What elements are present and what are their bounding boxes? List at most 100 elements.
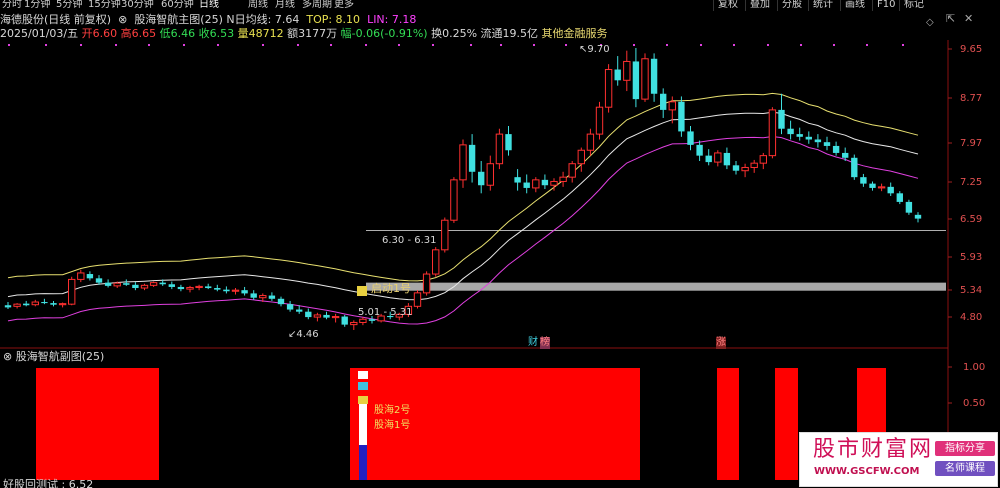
candle-body [768, 109, 777, 157]
stock-name[interactable]: 海德股份(日线 前复权) [0, 13, 111, 26]
period-tab-3[interactable]: 15分钟 [88, 0, 121, 11]
sub-tick: 0.50 [963, 398, 986, 409]
candle-body [559, 176, 567, 182]
period-tab-0[interactable]: 分时 [2, 0, 22, 11]
sub-chart[interactable] [36, 368, 886, 480]
sub-tick: 1.00 [963, 362, 986, 373]
marker-dot [45, 44, 47, 46]
candle-body [350, 321, 358, 326]
sub-icon-box [358, 382, 368, 390]
date-label: 2025/01/03/五 [0, 27, 79, 40]
marker-dot [767, 44, 769, 46]
signal-guhai-2: 股海2号 [374, 405, 411, 416]
candle-body [186, 286, 194, 290]
candle-body [214, 288, 221, 290]
period-tab-9[interactable]: 多周期 [302, 0, 332, 11]
turnover-value: 换0.25% [431, 27, 478, 40]
badge-bang[interactable]: 榜 [540, 337, 550, 349]
period-tab-1[interactable]: 1分钟 [24, 0, 50, 11]
candle-body [650, 58, 658, 94]
candle-body [905, 201, 913, 213]
period-tab-5[interactable]: 60分钟 [161, 0, 194, 11]
toolbar-button-1[interactable]: 叠加 [745, 0, 770, 11]
marker-dot [565, 44, 567, 46]
header-row-2: 2025/01/03/五 开6.60 高6.65 低6.46 收6.53 量48… [0, 27, 940, 41]
badge-cai[interactable]: 财 [528, 337, 538, 349]
header-row-1: 海德股份(日线 前复权) ⊗ 股海智航主图(25) N日均线: 7.64 TOP… [0, 12, 940, 27]
toolbar-button-4[interactable]: 画线 [840, 0, 865, 11]
low-price-mark: ↙4.46 [288, 329, 319, 340]
candle-body [459, 144, 467, 181]
amount-value: 额3177万 [287, 27, 338, 40]
indicator-collapse-icon[interactable]: ⊗ [115, 13, 131, 26]
candle-body [660, 93, 667, 110]
sub-white-bar [359, 400, 367, 445]
sub-signal-block [717, 368, 739, 480]
period-tab-8[interactable]: 月线 [275, 0, 295, 11]
lin-label: LIN: 7.18 [367, 13, 417, 26]
candle-body [250, 293, 257, 298]
candle-body [696, 144, 703, 156]
n-ma-label: N日均线: 7.64 [226, 13, 300, 26]
candle-body [896, 193, 903, 202]
bottom-indicator-title[interactable]: 好股回测试 : 6.52 [3, 479, 93, 488]
sub-collapse-icon[interactable]: ⊗ [3, 350, 12, 363]
candle-body [368, 319, 376, 321]
candle-body [632, 61, 640, 100]
candle-body [132, 284, 139, 289]
candle-body [486, 163, 494, 186]
marker-dot [866, 44, 868, 46]
diamond-icon[interactable]: ◇ [926, 16, 934, 30]
indicator-title[interactable]: 股海智航主图(25) [134, 13, 223, 26]
chart-canvas[interactable] [0, 0, 1000, 488]
restore-icon[interactable]: ⇱ [946, 12, 955, 26]
marker-dot [262, 44, 264, 46]
candle-body [668, 101, 676, 111]
candle-body [577, 149, 585, 165]
candle-body [832, 145, 840, 153]
sub-chart-title[interactable]: ⊗ 股海智航副图(25) [3, 350, 104, 364]
price-tick: 8.77 [960, 93, 983, 104]
industry-label[interactable]: 其他金融服务 [542, 27, 608, 40]
price-tick: 9.65 [960, 44, 983, 55]
high-value: 6.65 [131, 27, 157, 40]
marker-dot [470, 44, 472, 46]
candle-body [523, 182, 530, 188]
candle-body [223, 289, 230, 292]
toolbar-button-3[interactable]: 统计 [808, 0, 833, 11]
period-tab-6[interactable]: 日线 [199, 0, 219, 11]
candle-body [31, 301, 39, 306]
period-tab-10[interactable]: 更多 [334, 0, 354, 11]
price-tick: 5.34 [960, 285, 983, 296]
period-tab-7[interactable]: 周线 [248, 0, 268, 11]
badge-zhang[interactable]: 涨 [716, 337, 726, 349]
candle-body [514, 177, 521, 183]
candle-body [550, 180, 558, 186]
price-tick: 4.80 [960, 312, 983, 323]
range-lower-label: 5.01 - 5.31 [358, 307, 413, 318]
top-label: TOP: 8.10 [306, 13, 361, 26]
candle-body [805, 136, 812, 140]
marker-dot [330, 44, 332, 46]
candle-body [313, 314, 322, 318]
marker-dot [183, 44, 185, 46]
candle-body [241, 290, 248, 294]
low-value: 6.46 [170, 27, 196, 40]
candle-body [623, 60, 631, 81]
candle-body [296, 309, 303, 312]
period-tab-2[interactable]: 5分钟 [56, 0, 82, 11]
high-price-mark: ↖9.70 [579, 44, 610, 55]
marker-dot [902, 44, 904, 46]
close-icon[interactable]: ✕ [964, 12, 973, 26]
change-value: -0.06(-0.91%) [351, 27, 428, 40]
candle-body [741, 166, 749, 172]
main-chart[interactable] [4, 48, 946, 330]
period-tab-4[interactable]: 30分钟 [121, 0, 154, 11]
toolbar-button-6[interactable]: 标记 [899, 0, 924, 11]
candle-body [723, 152, 731, 166]
candle-body [50, 303, 57, 305]
toolbar-button-2[interactable]: 分股 [777, 0, 802, 11]
candle-body [914, 214, 922, 219]
toolbar-button-0[interactable]: 复权 [713, 0, 738, 11]
toolbar-button-5[interactable]: F10 [872, 0, 895, 11]
